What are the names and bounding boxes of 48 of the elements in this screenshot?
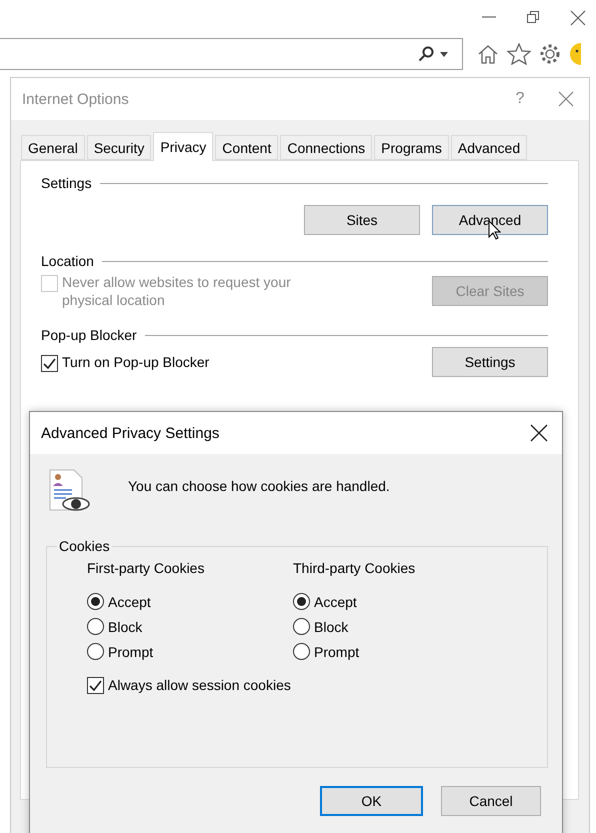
section-title: Pop-up Blocker xyxy=(41,327,137,343)
button[interactable]: OK xyxy=(320,786,423,816)
tab[interactable]: Advanced xyxy=(450,135,528,160)
column-heading: Third-party Cookies xyxy=(293,560,416,576)
settings-icon[interactable] xyxy=(539,43,561,65)
smiley-icon[interactable] xyxy=(569,42,581,66)
group-title: Cookies xyxy=(58,538,111,554)
restore-icon[interactable] xyxy=(526,10,540,24)
checkbox-label: Turn on Pop-up Blocker xyxy=(62,352,210,370)
section-title: Settings xyxy=(41,175,92,191)
close-icon xyxy=(530,424,548,442)
radio-button[interactable] xyxy=(293,593,310,610)
tab[interactable]: Connections xyxy=(280,135,372,160)
radio-button[interactable] xyxy=(87,618,104,635)
home-icon[interactable] xyxy=(477,43,499,65)
help-button[interactable]: ? xyxy=(497,78,543,120)
radio-button[interactable] xyxy=(87,593,104,610)
window-title: Advanced Privacy Settings xyxy=(41,424,220,442)
radio-label: Prompt xyxy=(314,644,360,660)
radio-button[interactable] xyxy=(293,643,310,660)
button[interactable]: Sites xyxy=(304,205,420,235)
checkbox[interactable] xyxy=(41,354,58,372)
caret-icon[interactable] xyxy=(440,52,448,56)
tab[interactable]: Security xyxy=(86,135,152,160)
search-icon[interactable] xyxy=(418,46,434,62)
radio-button[interactable] xyxy=(87,643,104,660)
radio-label: Prompt xyxy=(108,644,154,660)
radio-label: Accept xyxy=(108,594,151,610)
checkbox[interactable] xyxy=(87,677,104,694)
window-title: Internet Options xyxy=(22,90,130,108)
tab[interactable]: Content xyxy=(215,135,278,160)
radio-label: Accept xyxy=(314,594,357,610)
button[interactable]: Settings xyxy=(432,347,548,377)
message-text: You can choose how cookies are handled. xyxy=(128,478,390,494)
close-icon[interactable] xyxy=(570,10,586,26)
radio-label: Block xyxy=(314,618,348,634)
tab[interactable]: Programs xyxy=(374,135,449,160)
tab[interactable]: General xyxy=(21,135,85,160)
checkbox-label: Always allow session cookies xyxy=(108,676,291,692)
close-icon xyxy=(558,91,574,107)
radio-label: Block xyxy=(108,618,142,634)
radio-button[interactable] xyxy=(293,618,310,635)
star-icon[interactable] xyxy=(507,43,531,65)
column-heading: First-party Cookies xyxy=(87,560,206,576)
button[interactable]: Cancel xyxy=(441,786,541,816)
tab[interactable]: Privacy xyxy=(153,132,214,161)
section-title: Location xyxy=(41,253,94,269)
checkbox-label: Never allow websites to request your physical location xyxy=(62,273,292,309)
